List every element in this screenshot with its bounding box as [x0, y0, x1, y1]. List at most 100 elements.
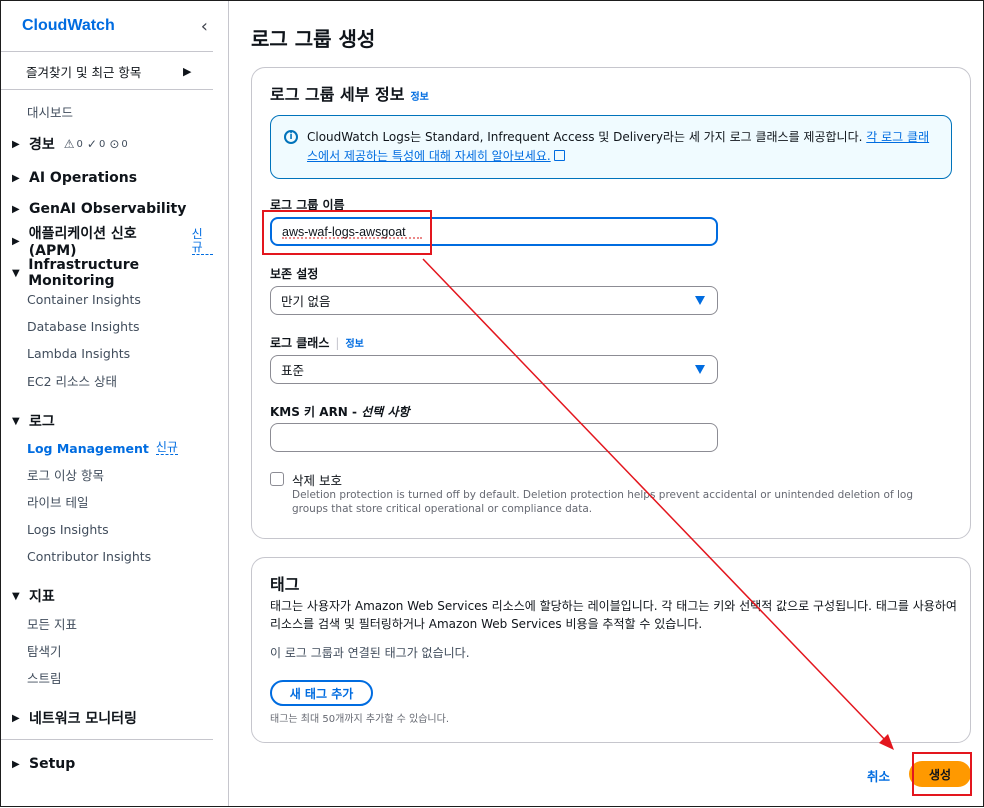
sidebar-item-log-anomalies[interactable]: 로그 이상 항목	[1, 465, 213, 483]
page-title: 로그 그룹 생성	[251, 27, 376, 51]
sidebar-section-label: 지표	[29, 589, 55, 605]
sidebar-section-ai-operations[interactable]: ▶ AI Operations	[1, 168, 213, 188]
info-link[interactable]: 정보	[345, 339, 363, 350]
caret-right-icon: ▶	[183, 64, 192, 78]
sidebar-section-label: 로그	[29, 414, 55, 430]
panel-title: 로그 그룹 세부 정보 정보	[270, 81, 429, 105]
caret-right-icon: ▶	[12, 172, 20, 184]
sidebar-item-lambda-insights[interactable]: Lambda Insights	[1, 344, 213, 362]
retention-label: 보존 설정	[270, 267, 319, 281]
sidebar-item-log-management[interactable]: Log Management 신규	[1, 439, 213, 457]
add-tag-button[interactable]: 새 태그 추가	[270, 680, 373, 706]
sidebar-item-label: 대시보드	[27, 104, 74, 120]
new-badge: 신규	[155, 440, 178, 455]
divider	[1, 739, 213, 740]
sidebar-section-label: 네트워크 모니터링	[29, 711, 137, 727]
log-class-label: 로그 클래스 | 정보	[270, 334, 364, 351]
caret-down-icon: ▼	[12, 415, 20, 427]
sidebar-section-alarms[interactable]: ▶ 경보 ⚠ 0 ✓ 0 ⊙ 0	[1, 134, 213, 154]
sidebar-item-label: 로그 이상 항목	[27, 467, 104, 483]
sidebar-section-label: 애플리케이션 신호 (APM)	[28, 226, 137, 259]
info-alert: i CloudWatch Logs는 Standard, Infrequent …	[270, 115, 952, 179]
sidebar-section-network[interactable]: ▶ 네트워크 모니터링	[1, 708, 213, 728]
sidebar-section-label: Setup	[29, 756, 76, 772]
panel-title-text: 로그 그룹 세부 정보	[270, 85, 405, 104]
sidebar-item-label: 라이브 테일	[27, 494, 89, 510]
sidebar-favorites[interactable]: 즐겨찾기 및 최근 항목 ▶	[1, 62, 213, 80]
kms-arn-input[interactable]	[270, 423, 718, 452]
alert-text: CloudWatch Logs는 Standard, Infrequent Ac…	[307, 130, 863, 144]
kms-label: KMS 키 ARN - 선택 사항	[270, 403, 410, 420]
sidebar-item-all-metrics[interactable]: 모든 지표	[1, 614, 213, 632]
sidebar-section-apm[interactable]: ▶ 애플리케이션 신호 (APM) 신규	[1, 226, 213, 259]
sidebar-item-container-insights[interactable]: Container Insights	[1, 290, 213, 308]
tags-limit-note: 태그는 최대 50개까지 추가할 수 있습니다.	[270, 714, 449, 725]
sidebar-favorites-label: 즐겨찾기 및 최근 항목	[26, 64, 142, 80]
sidebar-item-label: 스트림	[27, 670, 62, 686]
log-class-label-text: 로그 클래스	[270, 336, 330, 350]
log-class-value: 표준	[281, 364, 305, 378]
sidebar-item-ec2-health[interactable]: EC2 리소스 상태	[1, 371, 213, 389]
sidebar-section-label: 경보	[29, 137, 55, 153]
log-class-select[interactable]: 표준	[270, 355, 718, 384]
retention-value: 만기 없음	[281, 295, 331, 309]
tags-empty-message: 이 로그 그룹과 연결된 태그가 없습니다.	[270, 646, 470, 660]
alarm-count-pending: 0	[121, 138, 128, 150]
sidebar-item-label: 모든 지표	[27, 616, 77, 632]
annotation-box-create	[912, 752, 972, 796]
sidebar-item-label: Contributor Insights	[27, 548, 152, 564]
caret-right-icon: ▶	[12, 758, 20, 770]
deletion-protection-description: Deletion protection is turned off by def…	[292, 489, 913, 515]
log-group-details-panel: 로그 그룹 세부 정보 정보 i CloudWatch Logs는 Standar…	[251, 67, 971, 539]
sidebar-section-label: GenAI Observability	[29, 201, 187, 217]
sidebar-item-logs-insights[interactable]: Logs Insights	[1, 520, 213, 538]
sidebar: CloudWatch ‹ 즐겨찾기 및 최근 항목 ▶ 대시보드 ▶ 경보 ⚠ 0…	[1, 1, 229, 806]
divider: |	[335, 336, 340, 350]
sidebar-item-label: Lambda Insights	[27, 345, 131, 361]
sidebar-item-explorer[interactable]: 탐색기	[1, 641, 213, 659]
sidebar-section-metrics[interactable]: ▼ 지표	[1, 586, 213, 606]
collapse-icon[interactable]: ‹	[201, 16, 208, 37]
sidebar-section-infrastructure[interactable]: ▼ Infrastructure Monitoring	[1, 257, 213, 289]
new-badge: 신규	[191, 227, 213, 255]
tags-title: 태그	[270, 575, 300, 594]
alarm-count-warn: 0	[76, 138, 83, 150]
caret-right-icon: ▶	[12, 138, 20, 150]
retention-select[interactable]: 만기 없음	[270, 286, 718, 315]
caret-down-icon: ▼	[12, 590, 20, 602]
sidebar-item-label: EC2 리소스 상태	[27, 373, 118, 389]
sidebar-section-label: Infrastructure Monitoring	[28, 257, 140, 289]
sidebar-item-contributor-insights[interactable]: Contributor Insights	[1, 547, 213, 565]
deletion-protection-checkbox[interactable]	[270, 472, 284, 486]
cancel-button[interactable]: 취소	[867, 766, 890, 785]
alarm-counts: ⚠ 0 ✓ 0 ⊙ 0	[60, 137, 128, 151]
sidebar-section-genai[interactable]: ▶ GenAI Observability	[1, 199, 213, 219]
sidebar-section-setup[interactable]: ▶ Setup	[1, 754, 213, 774]
sidebar-section-label: AI Operations	[29, 170, 138, 186]
ok-icon: ✓	[86, 137, 97, 151]
sidebar-header: CloudWatch ‹	[1, 1, 228, 51]
main-content: 로그 그룹 생성 로그 그룹 세부 정보 정보 i CloudWatch Logs…	[230, 1, 983, 806]
caret-right-icon: ▶	[12, 712, 20, 724]
sidebar-item-dashboard[interactable]: 대시보드	[1, 102, 213, 120]
sidebar-item-label: Log Management	[27, 440, 149, 456]
sidebar-item-label: Database Insights	[27, 318, 140, 334]
dropdown-caret-icon	[695, 296, 705, 305]
info-icon: i	[284, 130, 298, 144]
info-link[interactable]: 정보	[410, 92, 428, 103]
pending-icon: ⊙	[109, 137, 120, 151]
sidebar-section-logs[interactable]: ▼ 로그	[1, 411, 213, 431]
sidebar-item-database-insights[interactable]: Database Insights	[1, 317, 213, 335]
caret-right-icon: ▶	[12, 203, 20, 215]
warning-icon: ⚠	[63, 137, 75, 151]
sidebar-title[interactable]: CloudWatch	[22, 17, 115, 35]
caret-right-icon: ▶	[12, 235, 20, 247]
sidebar-item-live-tail[interactable]: 라이브 테일	[1, 492, 213, 510]
external-link-icon	[553, 150, 565, 161]
divider	[1, 51, 213, 52]
caret-down-icon: ▼	[12, 267, 20, 279]
kms-label-text: KMS 키 ARN -	[270, 405, 362, 419]
tags-description: 태그는 사용자가 Amazon Web Services 리소스에 할당하는 레…	[270, 599, 957, 631]
tags-panel: 태그 태그는 사용자가 Amazon Web Services 리소스에 할당하…	[251, 557, 971, 743]
sidebar-item-streams[interactable]: 스트림	[1, 668, 213, 686]
